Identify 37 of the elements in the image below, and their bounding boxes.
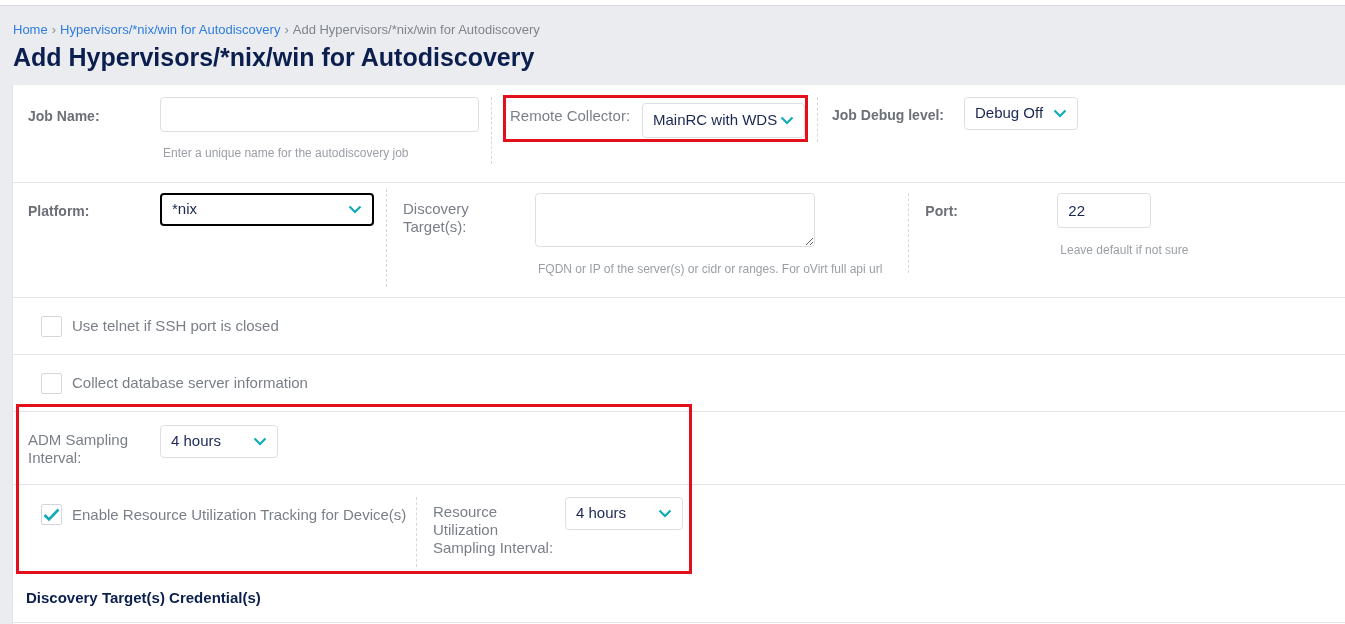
- checkbox[interactable]: [41, 372, 62, 394]
- breadcrumb-separator: ›: [51, 21, 57, 39]
- field-label: ADM Sampling Interval:: [28, 430, 130, 468]
- page-title: Add Hypervisors/*nix/win for Autodiscovery: [13, 41, 536, 72]
- chevron-down-icon: [658, 509, 672, 518]
- chevron-down-icon: [348, 205, 362, 214]
- dropdown[interactable]: *nix: [160, 193, 374, 226]
- field-label: Job Name:: [28, 107, 101, 126]
- checkbox-label: Enable Resource Utilization Tracking for Device(s): [72, 505, 407, 525]
- checkbox[interactable]: [41, 315, 62, 337]
- breadcrumb-link[interactable]: Hypervisors/*nix/win for Autodiscovery: [60, 20, 281, 40]
- job-name-field[interactable]: [160, 97, 479, 132]
- field-hint: FQDN or IP of the server(s) or cidr or ranges. For oVirt full api url: [537, 261, 883, 278]
- breadcrumb-separator: ›: [284, 21, 289, 39]
- dropdown[interactable]: 4 hours: [160, 425, 278, 458]
- chevron-down-icon: [253, 437, 267, 446]
- field-label: Remote Collector:: [510, 106, 632, 126]
- discovery-targets-field[interactable]: [535, 193, 815, 247]
- field-hint: Enter a unique name for the autodiscovery job: [162, 145, 410, 162]
- checkbox-label: Use telnet if SSH port is closed: [72, 315, 279, 336]
- dropdown[interactable]: MainRC with WDS: [642, 103, 805, 138]
- field-label: Job Debug level:: [832, 106, 946, 125]
- checkbox-label: Collect database server information: [72, 372, 308, 393]
- breadcrumb-current: Add Hypervisors/*nix/win for Autodiscovery: [292, 21, 540, 39]
- field-label: Discovery Target(s):: [403, 199, 470, 237]
- dropdown[interactable]: Debug Off: [964, 97, 1078, 130]
- field-hint: Leave default if not sure: [1059, 242, 1189, 259]
- chevron-down-icon: [780, 116, 794, 125]
- breadcrumb-link[interactable]: Home: [13, 20, 48, 40]
- dropdown[interactable]: 4 hours: [565, 497, 683, 530]
- checkbox[interactable]: [41, 504, 62, 525]
- section-heading: Discovery Target(s) Credential(s): [26, 588, 262, 608]
- port-field[interactable]: 22: [1057, 193, 1152, 228]
- field-label: Resource Utilization Sampling Interval:: [433, 502, 555, 558]
- chevron-down-icon: [1053, 109, 1067, 118]
- field-label: Port:: [925, 202, 959, 221]
- field-label: Platform:: [28, 202, 91, 221]
